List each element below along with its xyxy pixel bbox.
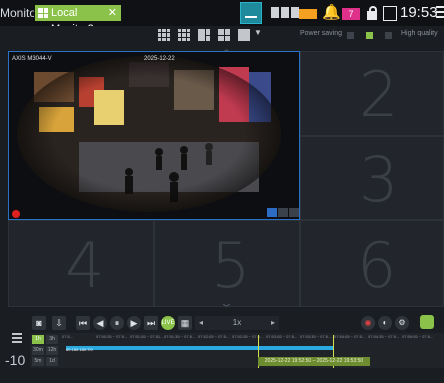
zoom-5m[interactable]: 5m (32, 357, 44, 366)
power-saving-label: Power saving (300, 30, 343, 37)
camera-video-feed (9, 52, 299, 219)
layout-single-icon[interactable] (238, 29, 250, 41)
lock-icon[interactable] (366, 5, 378, 21)
speaker-button[interactable]: ◐ (378, 316, 392, 330)
camera-title: AXIS M3044-V (12, 56, 52, 62)
timeline-tick: 07:55:05 ~ 07:5... (402, 334, 434, 339)
camera-options-button[interactable] (289, 208, 299, 217)
close-icon[interactable]: ✕ (108, 5, 117, 21)
timeline-tick: 07:54:35 ~ 07:5... (368, 334, 400, 339)
camera-cell-2[interactable]: 2 (300, 51, 444, 136)
bell-icon[interactable]: 🔔 (322, 4, 341, 22)
recording-bar[interactable] (66, 346, 334, 350)
speed-value: 1x (232, 318, 242, 327)
tab-monitor[interactable]: Monitor (0, 5, 34, 21)
layout-4x3-icon[interactable] (178, 29, 190, 41)
speed-down-icon[interactable]: ◂ (199, 316, 203, 330)
camera-cell-3[interactable]: 3 (300, 136, 444, 220)
playback-speed[interactable]: ◂ 1x ▸ (195, 316, 279, 330)
pause-button[interactable]: ⏸ (110, 316, 124, 330)
save-icon[interactable] (383, 6, 397, 21)
clock: 19:53 (400, 4, 438, 21)
settings-gear-icon[interactable]: ⚙ (395, 316, 409, 330)
play-button[interactable]: ▶ (127, 316, 141, 330)
mute-mic-button[interactable]: ◉ (361, 316, 375, 330)
recording-start-label: 60:180:180:7/0 (66, 347, 93, 352)
live-button[interactable]: LIVE (161, 316, 175, 330)
grid-icon (38, 8, 48, 18)
snapshot-button[interactable]: ◙ (32, 316, 46, 330)
record-indicator-icon (12, 210, 20, 218)
timeline-tick: 07:51:05 ~ 07:51... (130, 334, 164, 339)
monitor-icon[interactable] (240, 2, 262, 24)
timeline-tick: 07:51:35 ~ 07:5... (164, 334, 196, 339)
tab-local-monitor2[interactable]: Local Monitor2 ✕ (35, 5, 121, 35)
export-button[interactable]: ⇩ (52, 316, 66, 330)
layout-1plus5-icon[interactable] (198, 29, 210, 41)
power-saving-toggle[interactable] (347, 32, 354, 39)
timeline-tick: 07:53:05 ~ 07:5... (266, 334, 298, 339)
speed-up-icon[interactable]: ▸ (271, 316, 275, 330)
camera-cell-5[interactable]: 5 (154, 220, 300, 307)
sync-button[interactable] (420, 315, 434, 329)
alarm-count-badge[interactable]: 7 (342, 8, 360, 20)
high-quality-toggle[interactable] (385, 32, 392, 39)
timeline-tick: 07:52:05 ~ 07:5... (198, 334, 230, 339)
timeline-tick: 07:50:35 ~ 07:5... (96, 334, 128, 339)
calendar-button[interactable]: ▦ (178, 316, 192, 330)
skip-end-button[interactable]: ⏭ (144, 316, 158, 330)
timeline-tick: 07:54:05 ~ 07:5... (334, 334, 366, 339)
layout-2x2-icon[interactable] (218, 29, 230, 41)
timeline-menu-icon[interactable] (12, 333, 22, 343)
camera-cell-6[interactable]: 6 (300, 220, 444, 307)
camera-cell-4[interactable]: 4 (8, 220, 154, 307)
timeline-tick: 07:53:35 ~ 07:5... (300, 334, 332, 339)
quality-toggle[interactable] (366, 32, 373, 39)
layout-toolbar: ▼ Power saving High quality (0, 26, 444, 46)
zoom-30m[interactable]: 30m (32, 346, 44, 355)
zoom-1d[interactable]: 1d (46, 357, 58, 366)
camera-skip-button[interactable] (278, 208, 288, 217)
zoom-1h[interactable]: 1h (32, 335, 44, 344)
skip-start-button[interactable]: ⏮ (76, 316, 90, 330)
camera-play-button[interactable] (267, 208, 277, 217)
camera-timestamp: 2025-12-22 (144, 56, 175, 62)
zoom-12h[interactable]: 12h (46, 346, 58, 355)
camera-cell-1[interactable]: AXIS M3044-V 2025-12-22 (8, 51, 300, 220)
selected-range[interactable]: 2025-12-22 19:52:50 – 2025-12-22 19:53:5… (258, 357, 370, 366)
menu-icon[interactable] (436, 6, 444, 20)
timeline-tick: 07:5... (62, 334, 74, 339)
warning-badge[interactable] (299, 9, 317, 19)
zoom-3h[interactable]: 3h (46, 335, 58, 344)
chevron-down-icon[interactable]: ▼ (254, 28, 262, 37)
offset-label: -10 (5, 352, 26, 368)
top-bar: Monitor Local Monitor2 ✕ 🔔 7 19:53 (0, 0, 444, 35)
layout-3x3-icon[interactable] (158, 29, 170, 41)
high-quality-label: High quality (401, 30, 438, 37)
step-back-button[interactable]: ◀ (93, 316, 107, 330)
